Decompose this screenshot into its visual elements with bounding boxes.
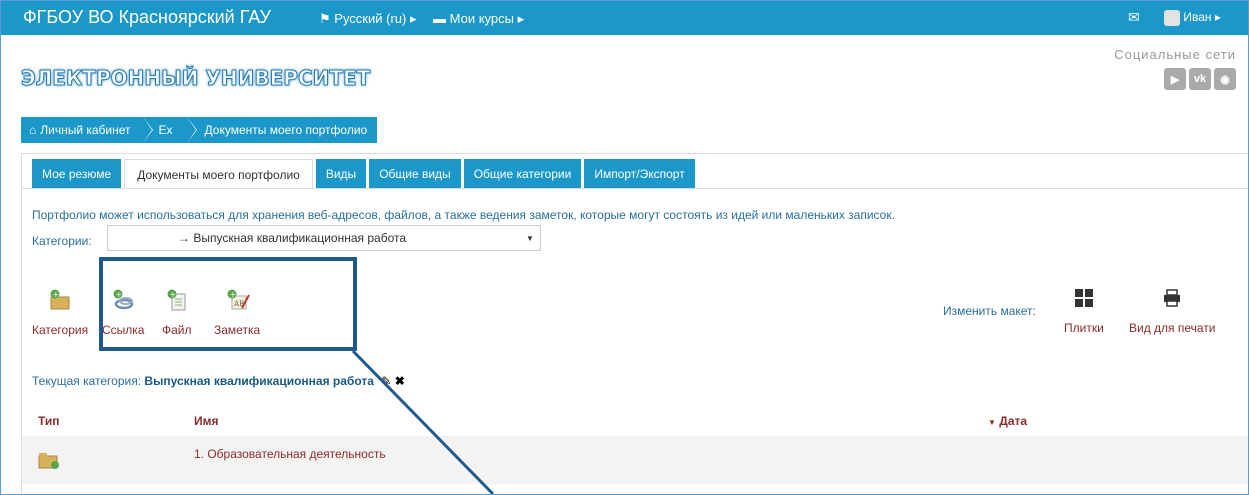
breadcrumb-separator — [142, 117, 152, 143]
page-frame: ФГБОУ ВО Красноярский ГАУ ⚑ Русский (ru)… — [0, 0, 1249, 495]
annotation-pointer-line — [351, 349, 495, 494]
breadcrumb-separator — [186, 117, 196, 143]
